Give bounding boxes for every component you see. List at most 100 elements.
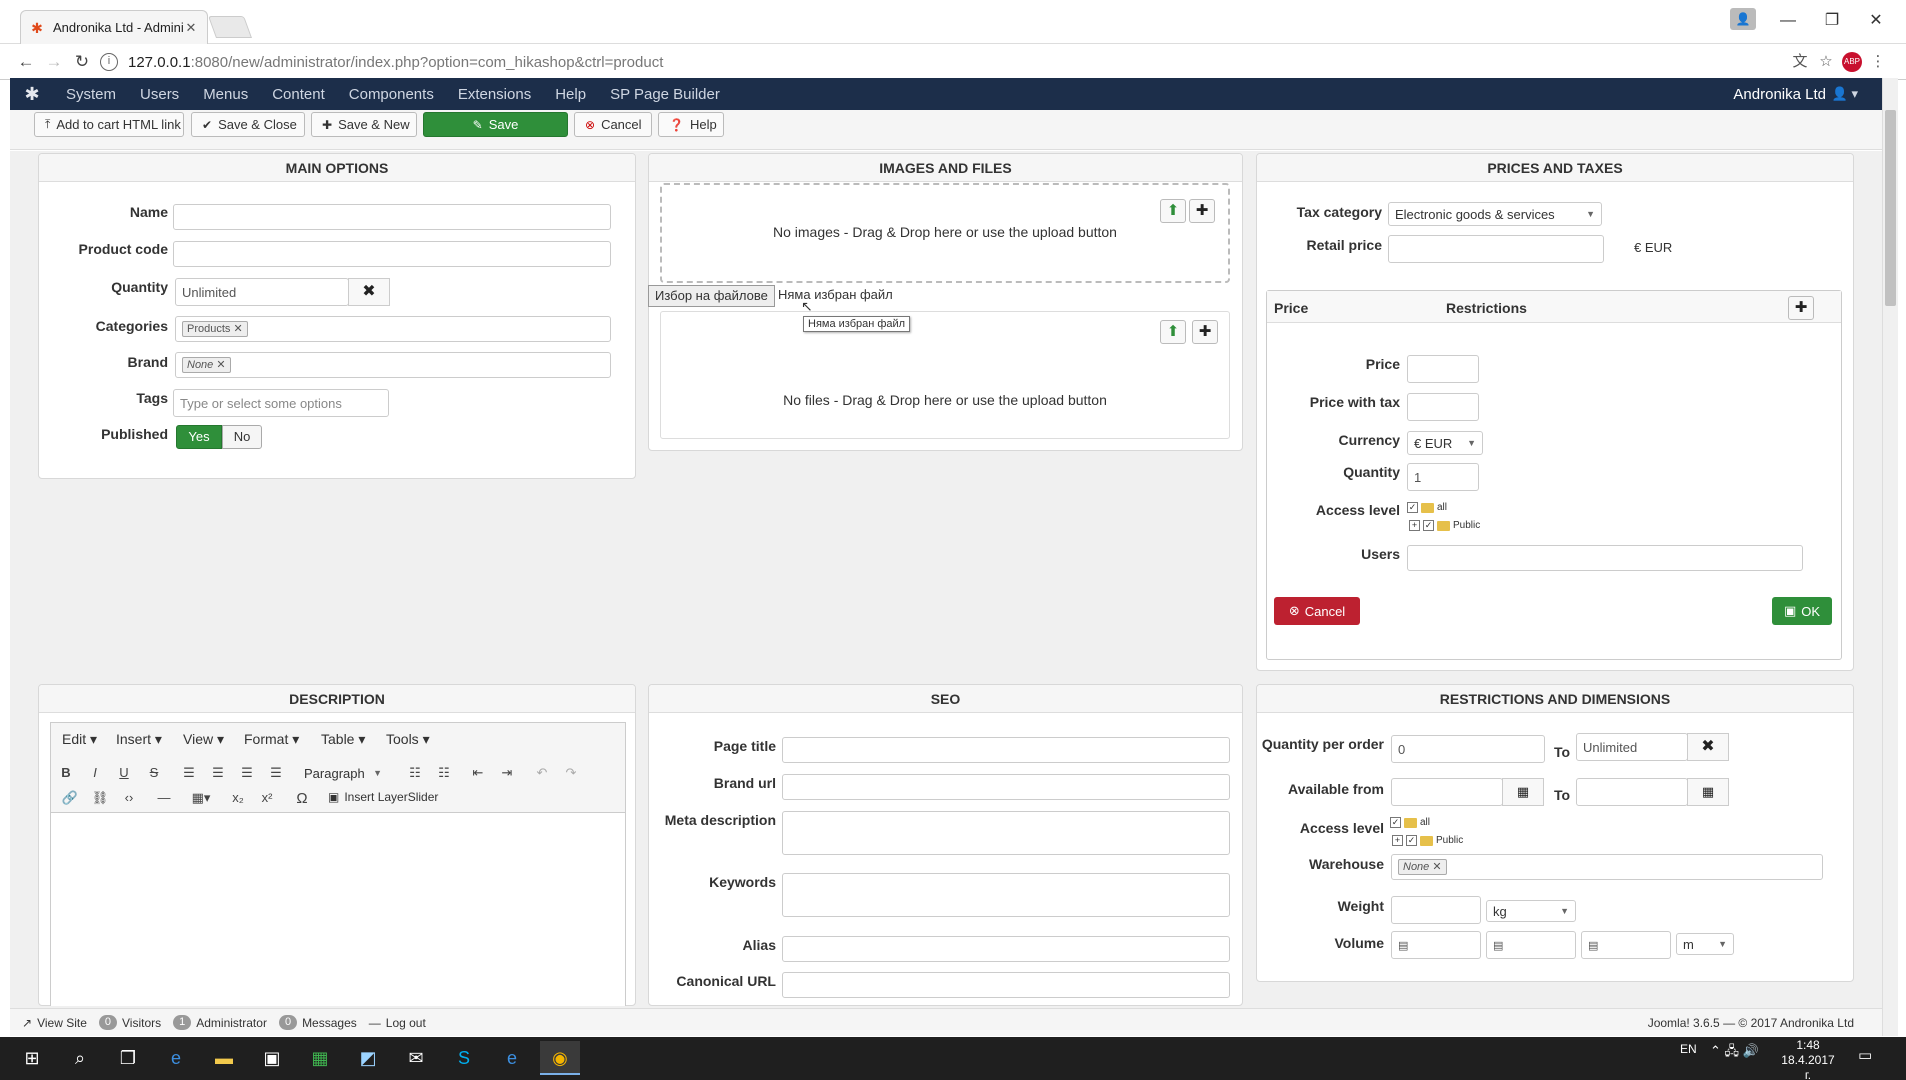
indent-icon[interactable]: ⇥	[496, 765, 518, 781]
quantity-from-input[interactable]: 0	[1391, 735, 1545, 763]
quantity-input[interactable]: Unlimited	[175, 278, 349, 306]
horizontal-rule-icon[interactable]: —	[153, 790, 175, 805]
align-center-icon[interactable]: ☰	[207, 765, 229, 781]
justify-icon[interactable]: ☰	[265, 765, 287, 781]
tray-icons[interactable]: ⌃ 🖧 🔊	[1710, 1042, 1759, 1064]
reload-icon[interactable]: ↻	[70, 50, 94, 74]
access-tree-public[interactable]: + ✓ Public	[1409, 520, 1480, 531]
price-with-tax-input[interactable]	[1407, 393, 1479, 421]
chrome-icon[interactable]: ◉	[540, 1041, 580, 1075]
help-button[interactable]: ❓ Help	[658, 112, 724, 137]
undo-icon[interactable]: ↶	[531, 765, 553, 781]
align-right-icon[interactable]: ☰	[236, 765, 258, 781]
joomla-logo-icon[interactable]: ✱	[10, 84, 54, 105]
editor-menu-insert[interactable]: Insert ▾	[116, 731, 162, 748]
cancel-button[interactable]: ⊗ Cancel	[574, 112, 652, 137]
windows-start-icon[interactable]: ⊞	[12, 1041, 52, 1075]
warehouse-chip[interactable]: None ✕	[1398, 859, 1447, 875]
weight-input[interactable]	[1391, 896, 1481, 924]
new-tab-button[interactable]	[207, 16, 253, 38]
editor-menu-format[interactable]: Format ▾	[244, 731, 299, 748]
messages-link[interactable]: 0 Messages	[278, 1015, 357, 1030]
nav-components[interactable]: Components	[337, 86, 446, 103]
visitors-link[interactable]: 0 Visitors	[98, 1015, 161, 1030]
skype-icon[interactable]: S	[444, 1041, 484, 1075]
store-icon[interactable]: ▣	[252, 1041, 292, 1075]
checkbox-checked-icon[interactable]: ✓	[1390, 817, 1401, 828]
file-explorer-icon[interactable]: ▬	[204, 1041, 244, 1075]
brand-chip[interactable]: None ✕	[182, 357, 231, 373]
volume-width-input[interactable]: ▤	[1486, 931, 1576, 959]
nav-menus[interactable]: Menus	[191, 86, 260, 103]
available-to-input[interactable]	[1576, 778, 1688, 806]
upload-image-icon[interactable]: ⬆	[1160, 199, 1186, 223]
editor-menu-edit[interactable]: Edit ▾	[62, 731, 97, 748]
access-tree-all[interactable]: ✓ all	[1407, 502, 1447, 513]
task-view-icon[interactable]: ❐	[108, 1041, 148, 1075]
remove-chip-icon[interactable]: ✕	[1432, 861, 1441, 873]
language-indicator[interactable]: EN	[1680, 1042, 1697, 1056]
alias-input[interactable]	[782, 936, 1230, 962]
add-to-cart-link-button[interactable]: ⤒ Add to cart HTML link	[34, 112, 184, 137]
italic-icon[interactable]: I	[84, 765, 106, 780]
add-price-icon[interactable]: ✚	[1788, 296, 1814, 320]
close-window-icon[interactable]: ✕	[1854, 8, 1898, 34]
bullet-list-icon[interactable]: ☷	[404, 765, 426, 781]
choose-files-button[interactable]: Избор на файлове	[648, 285, 775, 307]
subscript-icon[interactable]: x₂	[227, 790, 249, 805]
internet-explorer-icon[interactable]: e	[492, 1041, 532, 1075]
files-dropzone[interactable]: No files - Drag & Drop here or use the u…	[660, 311, 1230, 439]
nav-help[interactable]: Help	[543, 86, 598, 103]
add-image-icon[interactable]: ✚	[1189, 199, 1215, 223]
info-icon[interactable]: i	[100, 53, 118, 71]
volume-length-input[interactable]: ▤	[1391, 931, 1481, 959]
close-tab-icon[interactable]: ✕	[183, 20, 199, 36]
keywords-textarea[interactable]	[782, 873, 1230, 917]
special-char-icon[interactable]: Ω	[291, 790, 313, 807]
price-quantity-input[interactable]: 1	[1407, 463, 1479, 491]
product-code-input[interactable]	[173, 241, 611, 267]
insert-layerslider-button[interactable]: ▣ Insert LayerSlider	[328, 790, 438, 804]
remove-chip-icon[interactable]: ✕	[216, 359, 225, 371]
expand-icon[interactable]: +	[1392, 835, 1403, 846]
user-menu-icon[interactable]: 👤 ▾	[1832, 86, 1858, 102]
superscript-icon[interactable]: x²	[256, 790, 278, 805]
nav-content[interactable]: Content	[260, 86, 337, 103]
menu-dots-icon[interactable]: ⋮	[1868, 52, 1888, 72]
meta-description-textarea[interactable]	[782, 811, 1230, 855]
app-icon[interactable]: ◩	[348, 1041, 388, 1075]
strikethrough-icon[interactable]: S	[143, 765, 165, 780]
page-title-input[interactable]	[782, 737, 1230, 763]
bold-icon[interactable]: B	[55, 765, 77, 780]
star-icon[interactable]: ☆	[1816, 52, 1836, 72]
link-icon[interactable]: 🔗	[59, 790, 81, 806]
retail-price-input[interactable]	[1388, 235, 1604, 263]
published-no[interactable]: No	[222, 425, 262, 449]
calendar-icon[interactable]: ▦	[1687, 778, 1729, 806]
underline-icon[interactable]: U	[113, 765, 135, 780]
paragraph-select[interactable]: Paragraph ▼	[298, 763, 388, 783]
categories-input[interactable]: Products ✕	[175, 316, 611, 342]
quantity-to-clear-icon[interactable]: ✖	[1687, 733, 1729, 761]
restriction-access-public[interactable]: + ✓ Public	[1392, 835, 1463, 846]
price-ok-button[interactable]: ▣ OK	[1772, 597, 1832, 625]
spreadsheet-icon[interactable]: ▦	[300, 1041, 340, 1075]
forward-arrow-icon[interactable]: →	[42, 50, 66, 74]
checkbox-checked-icon[interactable]: ✓	[1407, 502, 1418, 513]
published-toggle[interactable]: Yes No	[176, 425, 262, 449]
editor-menu-view[interactable]: View ▾	[183, 731, 224, 748]
restore-icon[interactable]: ❐	[1810, 8, 1854, 34]
checkbox-checked-icon[interactable]: ✓	[1406, 835, 1417, 846]
back-arrow-icon[interactable]: ←	[14, 50, 38, 74]
scrollbar-thumb[interactable]	[1885, 110, 1896, 306]
outdent-icon[interactable]: ⇤	[467, 765, 489, 781]
canonical-url-input[interactable]	[782, 972, 1230, 998]
nav-users[interactable]: Users	[128, 86, 191, 103]
editor-menu-tools[interactable]: Tools ▾	[386, 731, 430, 748]
browser-tab[interactable]: ✱ Andronika Ltd - Adminis ✕	[20, 10, 208, 44]
administrator-link[interactable]: 1 Administrator	[173, 1015, 267, 1030]
available-from-input[interactable]	[1391, 778, 1503, 806]
quantity-clear-icon[interactable]: ✖	[348, 278, 390, 306]
volume-unit-select[interactable]: m ▼	[1676, 933, 1734, 955]
quantity-to-input[interactable]: Unlimited	[1576, 733, 1688, 761]
